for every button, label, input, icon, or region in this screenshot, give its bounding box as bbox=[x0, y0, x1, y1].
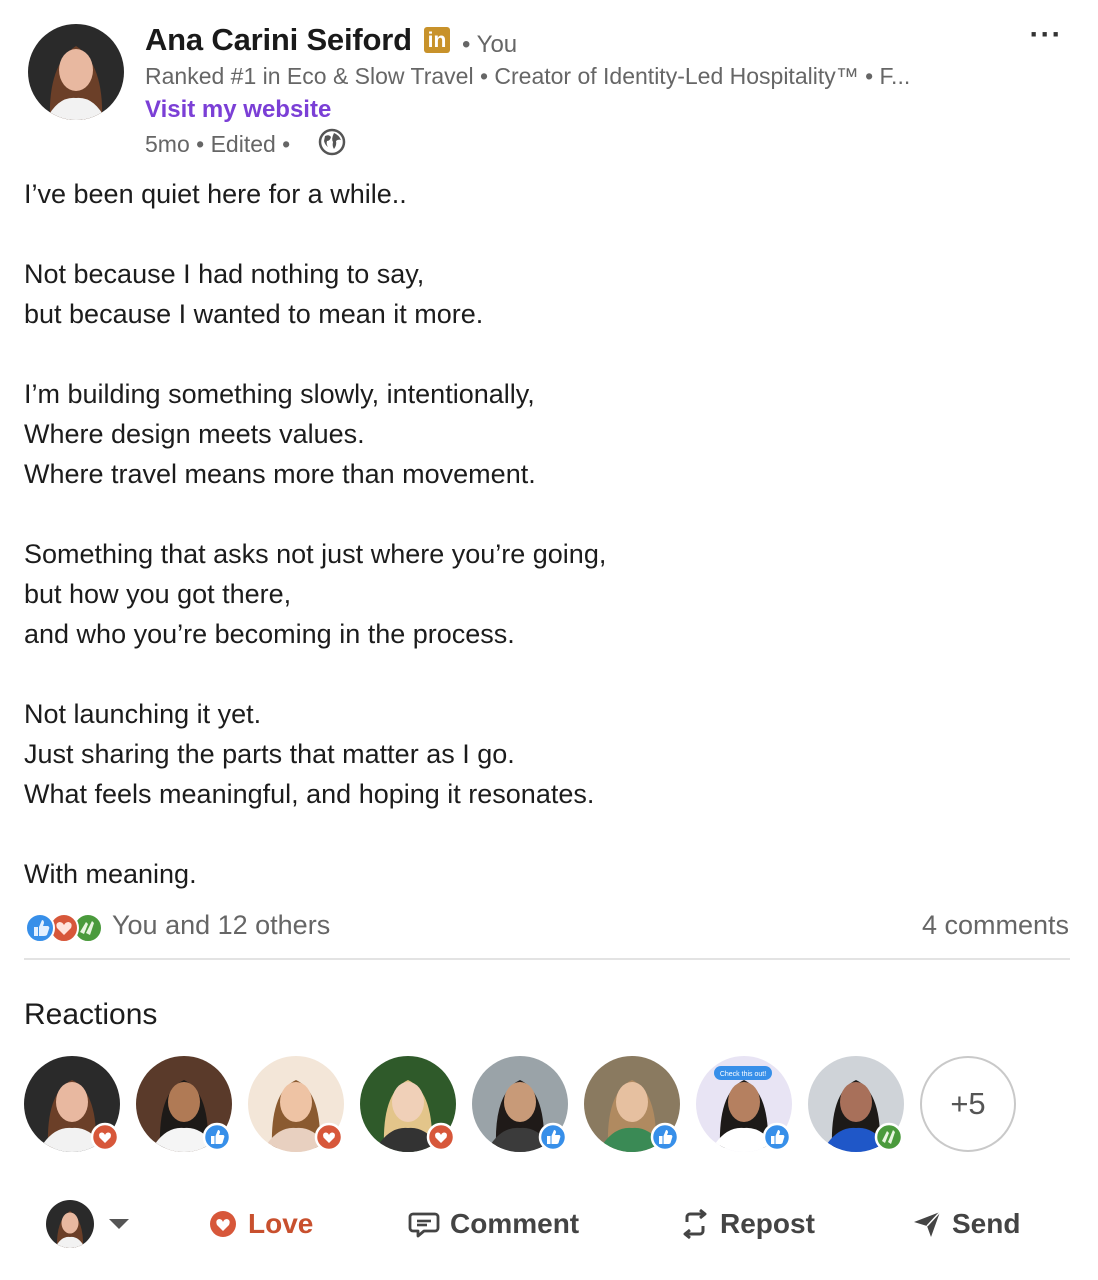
post-line: Not launching it yet. bbox=[24, 699, 262, 729]
author-photo bbox=[28, 24, 124, 120]
love-reaction-icon bbox=[314, 1122, 344, 1152]
reactor-avatar[interactable] bbox=[24, 1056, 120, 1152]
comment-icon bbox=[408, 1212, 440, 1238]
post-line: Just sharing the parts that matter as I … bbox=[24, 739, 515, 769]
actor-photo bbox=[46, 1200, 94, 1248]
reactor-avatar[interactable] bbox=[248, 1056, 344, 1152]
love-label: Love bbox=[248, 1208, 314, 1239]
like-reaction-icon bbox=[538, 1122, 568, 1152]
more-reactors-button[interactable]: +5 bbox=[920, 1056, 1016, 1152]
author-headline: Ranked #1 in Eco & Slow Travel • Creator… bbox=[145, 63, 911, 89]
send-label: Send bbox=[952, 1208, 1021, 1239]
reaction-summary-icons[interactable] bbox=[24, 912, 104, 944]
post-line: but how you got there, bbox=[24, 579, 292, 609]
reactor-photo-caption: Check this out! bbox=[720, 1071, 766, 1078]
celebrate-reaction-icon bbox=[874, 1122, 904, 1152]
repost-label: Repost bbox=[720, 1208, 815, 1239]
comment-label: Comment bbox=[450, 1208, 580, 1239]
comment-button[interactable]: Comment bbox=[408, 1204, 579, 1244]
repost-icon bbox=[683, 1208, 707, 1240]
author-avatar[interactable] bbox=[28, 24, 124, 120]
post-line: and who you’re becoming in the process. bbox=[24, 619, 515, 649]
love-icon bbox=[210, 1211, 236, 1237]
author-name[interactable]: Ana Carini Seiford bbox=[145, 22, 412, 58]
post-line: Not because I had nothing to say, bbox=[24, 259, 425, 289]
like-reaction-icon bbox=[762, 1122, 792, 1152]
like-reaction-icon bbox=[650, 1122, 680, 1152]
chevron-down-icon[interactable] bbox=[108, 1216, 130, 1232]
globe-icon bbox=[318, 128, 346, 156]
more-options-icon[interactable]: ··· bbox=[1024, 18, 1068, 54]
post-line: I’ve been quiet here for a while.. bbox=[24, 179, 407, 209]
post-meta: 5mo • Edited • bbox=[145, 131, 291, 157]
post-line: Something that asks not just where you’r… bbox=[24, 539, 607, 569]
reactions-heading: Reactions bbox=[24, 998, 158, 1031]
reactor-avatar[interactable] bbox=[584, 1056, 680, 1152]
reactors-summary-link[interactable]: You and 12 others bbox=[112, 910, 330, 941]
repost-button[interactable]: Repost bbox=[680, 1204, 815, 1244]
love-reaction-icon bbox=[426, 1122, 456, 1152]
linkedin-badge-icon: in bbox=[424, 27, 450, 53]
post-line: Where design meets values. bbox=[24, 419, 365, 449]
like-reaction-icon bbox=[202, 1122, 232, 1152]
like-reaction-icon bbox=[25, 913, 55, 943]
post-line: With meaning. bbox=[24, 859, 197, 889]
post-line: I’m building something slowly, intention… bbox=[24, 379, 535, 409]
post-line: Where travel means more than movement. bbox=[24, 459, 536, 489]
send-button[interactable]: Send bbox=[912, 1204, 1020, 1244]
reactor-avatar[interactable] bbox=[360, 1056, 456, 1152]
reactor-avatar[interactable] bbox=[808, 1056, 904, 1152]
reactor-avatar[interactable] bbox=[472, 1056, 568, 1152]
post-body: I’ve been quiet here for a while.. Not be… bbox=[24, 174, 1064, 894]
divider bbox=[24, 958, 1070, 960]
reactor-avatar[interactable]: Check this out! bbox=[696, 1056, 792, 1152]
send-icon bbox=[914, 1211, 941, 1237]
post-line: What feels meaningful, and hoping it res… bbox=[24, 779, 595, 809]
reactor-avatar[interactable] bbox=[136, 1056, 232, 1152]
comments-count-link[interactable]: 4 comments bbox=[922, 910, 1069, 941]
love-reaction-icon bbox=[90, 1122, 120, 1152]
love-button[interactable]: Love bbox=[208, 1204, 313, 1244]
post-line: but because I wanted to mean it more. bbox=[24, 299, 484, 329]
actor-avatar[interactable] bbox=[46, 1200, 94, 1248]
website-link[interactable]: Visit my website bbox=[145, 96, 331, 124]
relation-label: • You bbox=[462, 31, 518, 58]
